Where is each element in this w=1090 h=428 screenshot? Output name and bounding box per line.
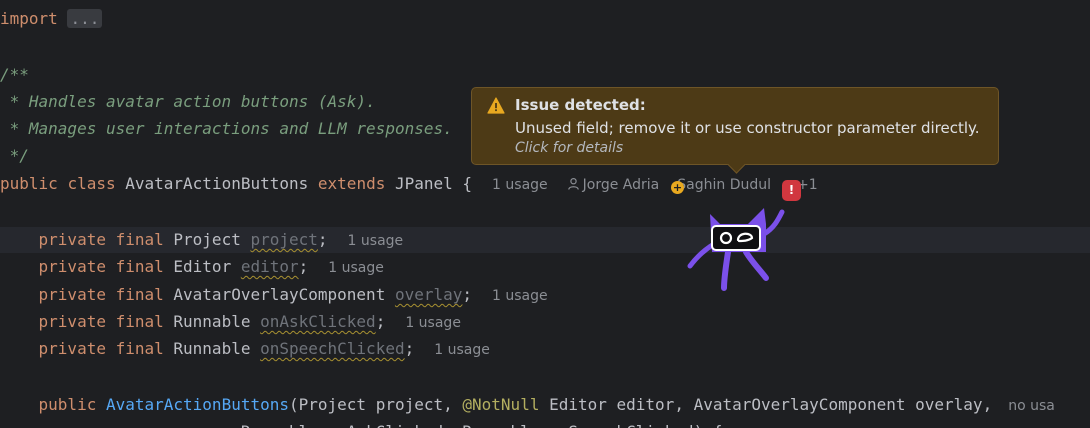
class-declaration-line: public class AvatarActionButtons extends… [0, 171, 818, 197]
semicolon: ; [298, 257, 309, 276]
doc-comment-close: */ [0, 146, 29, 165]
field-line: private final Runnable onAskClicked; 1 us… [0, 309, 461, 335]
semicolon: ; [404, 339, 415, 358]
constructor-params: (Project project, [289, 395, 463, 414]
extends-keyword: extends [317, 174, 386, 193]
field-modifiers: private final [38, 285, 164, 304]
public-keyword: public [0, 174, 58, 193]
doc-comment-line: * Handles avatar action buttons (Ask). [0, 92, 376, 111]
field-modifiers: private final [38, 230, 164, 249]
class-keyword: class [67, 174, 116, 193]
tooltip-details-link[interactable]: Click for details [515, 140, 623, 156]
class-name: AvatarActionButtons [115, 174, 318, 193]
constructor-line: public AvatarActionButtons(Project proje… [0, 392, 1055, 418]
tooltip-message: Unused field; remove it or use construct… [515, 119, 980, 137]
field-type: Project [163, 230, 251, 249]
class-superclass: JPanel { [385, 174, 473, 193]
usage-hint[interactable]: 1 usage [434, 342, 490, 358]
field-type: AvatarOverlayComponent [163, 285, 395, 304]
semicolon: ; [317, 230, 328, 249]
field-name[interactable]: onSpeechClicked [260, 339, 405, 358]
no-usages-hint[interactable]: no usa [1008, 398, 1055, 414]
import-line: import ... [0, 6, 103, 32]
field-type: Editor [163, 257, 241, 276]
field-modifiers: private final [38, 312, 164, 331]
semicolon: ; [462, 285, 473, 304]
field-line: private final AvatarOverlayComponent ove… [0, 282, 548, 308]
field-name[interactable]: project [250, 230, 317, 249]
public-keyword: public [38, 395, 97, 414]
field-line: private final Editor editor; 1 usage [0, 254, 384, 280]
field-name[interactable]: overlay [395, 285, 462, 304]
person-icon [567, 178, 579, 190]
usage-hint[interactable]: 1 usage [405, 315, 461, 331]
author-name: Jorge Adria [582, 177, 660, 193]
usage-hint[interactable]: 1 usage [328, 260, 384, 276]
doc-comment-line: * Manages user interactions and LLM resp… [0, 119, 453, 138]
constructor-name[interactable]: AvatarActionButtons [106, 395, 289, 414]
import-fold-toggle[interactable]: ... [67, 9, 103, 28]
field-type: Runnable [163, 312, 261, 331]
constructor-params-line: Runnable onAskClicked, Runnable onSpeech… [0, 419, 723, 428]
code-editor[interactable]: import ... /** * Handles avatar action b… [0, 0, 1090, 428]
field-name[interactable]: editor [241, 257, 299, 276]
field-modifiers: private final [38, 257, 164, 276]
usage-hint[interactable]: 1 usage [492, 288, 548, 304]
author-hint[interactable]: Jorge Adria Saghin Dudul +1 [567, 177, 818, 193]
field-name[interactable]: onAskClicked [260, 312, 376, 331]
avatar-mascot-icon[interactable] [686, 204, 786, 292]
field-line: private final Project project; 1 usage [0, 227, 404, 253]
usage-hint[interactable]: 1 usage [348, 233, 404, 249]
field-line: private final Runnable onSpeechClicked; 1… [0, 336, 490, 362]
tooltip-title: Issue detected: [515, 96, 646, 114]
doc-comment-open: /** [0, 65, 29, 84]
error-badge-icon[interactable]: ! [782, 180, 801, 201]
field-modifiers: private final [38, 339, 164, 358]
import-keyword: import [0, 9, 58, 28]
author-name: Saghin Dudul [677, 177, 772, 193]
class-usage-hint[interactable]: 1 usage [492, 177, 548, 193]
field-type: Runnable [163, 339, 261, 358]
plus-badge-icon[interactable]: + [671, 181, 684, 194]
semicolon: ; [375, 312, 386, 331]
notnull-annotation: @NotNull [462, 395, 540, 414]
issue-tooltip[interactable]: Issue detected: Unused field; remove it … [471, 87, 999, 174]
warning-icon [487, 97, 505, 114]
constructor-params: Editor editor, AvatarOverlayComponent ov… [539, 395, 993, 414]
